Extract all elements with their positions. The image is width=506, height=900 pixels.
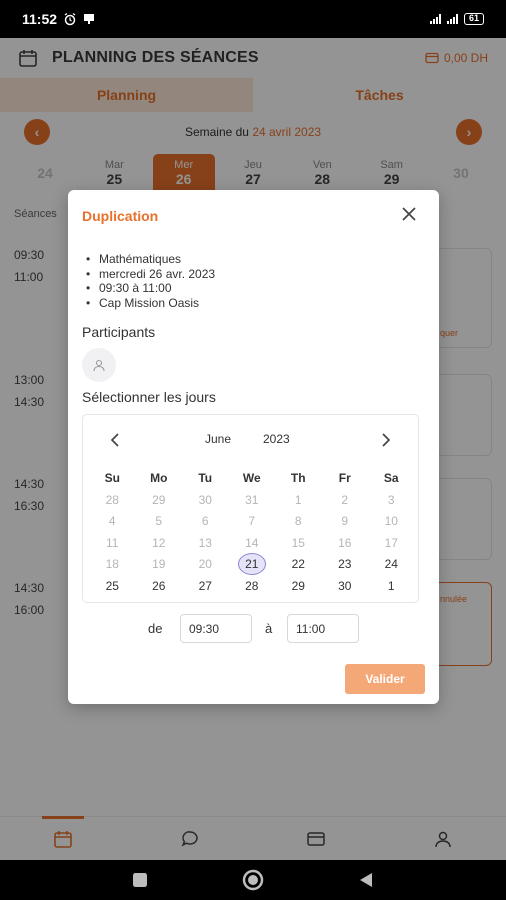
calendar-day[interactable]: 23 [322,554,369,576]
close-icon [402,207,416,221]
calendar-day[interactable]: 1 [275,489,322,511]
weekday-label: Tu [198,471,213,485]
detail-date: mercredi 26 avr. 2023 [86,267,215,282]
user-icon [93,359,105,372]
calendar-day[interactable]: 10 [368,511,415,533]
calendar-day[interactable]: 13 [182,532,229,554]
end-time-input[interactable] [287,614,359,643]
calendar-day-selected[interactable]: 21 [229,553,276,576]
recents-icon[interactable] [131,871,149,889]
calendar-day[interactable]: 2 [322,489,369,511]
chevron-right-icon [382,433,391,447]
notification-icon [84,14,95,24]
previous-month-button[interactable] [105,429,125,451]
back-icon[interactable] [357,871,375,889]
calendar-week: 25 26 27 28 29 30 1 [89,575,415,597]
from-label: de [148,621,163,636]
weekday-header: Su Mo Tu We Th Fr Sa [89,467,415,489]
calendar-day[interactable]: 29 [275,575,322,597]
calendar-month[interactable]: June [205,432,231,446]
calendar-day[interactable]: 19 [136,554,183,576]
calendar-day[interactable]: 24 [368,554,415,576]
calendar-day[interactable]: 30 [322,575,369,597]
calendar-day[interactable]: 8 [275,511,322,533]
calendar-day[interactable]: 16 [322,532,369,554]
calendar-day[interactable]: 12 [136,532,183,554]
battery-level: 61 [468,13,479,23]
calendar-week: 4 5 6 7 8 9 10 [89,511,415,533]
detail-location: Cap Mission Oasis [86,296,215,311]
weekday-label: Mo [150,471,168,485]
calendar-week: 28 29 30 31 1 2 3 [89,489,415,511]
weekday-label: Th [290,471,306,485]
weekday-label: Sa [383,471,399,485]
start-time-input[interactable] [180,614,252,643]
duplication-dialog: Duplication Mathématiques mercredi 26 av… [68,190,439,704]
to-label: à [265,621,273,636]
time-range: de à [68,614,439,644]
calendar-day[interactable]: 7 [229,511,276,533]
chevron-left-icon [110,433,119,447]
participants-label: Participants [82,324,156,340]
calendar-day[interactable]: 14 [229,532,276,554]
calendar-year[interactable]: 2023 [263,432,290,446]
weekday-label: Fr [338,471,351,485]
select-days-label: Sélectionner les jours [82,389,216,405]
calendar-day[interactable]: 27 [182,575,229,597]
alarm-icon [64,12,76,26]
calendar-day[interactable]: 28 [89,489,136,511]
detail-subject: Mathématiques [86,252,215,267]
calendar-grid: Su Mo Tu We Th Fr Sa 28 29 30 31 1 2 3 4… [89,467,415,597]
calendar-day[interactable]: 3 [368,489,415,511]
calendar-day[interactable]: 30 [182,489,229,511]
calendar-day[interactable]: 20 [182,554,229,576]
status-time: 11:52 [22,11,58,27]
signal-icon [429,14,441,24]
calendar-header: June 2023 [83,429,418,451]
dialog-title: Duplication [82,208,159,224]
next-month-button[interactable] [376,429,396,451]
weekday-label: We [242,471,261,485]
calendar-day[interactable]: 9 [322,511,369,533]
calendar-day[interactable]: 25 [89,575,136,597]
home-icon[interactable] [241,868,265,892]
calendar-day[interactable]: 1 [368,575,415,597]
calendar-day[interactable]: 17 [368,532,415,554]
calendar-week: 11 12 13 14 15 16 17 [89,532,415,554]
calendar-day[interactable]: 5 [136,511,183,533]
valider-button[interactable]: Valider [345,664,425,694]
calendar-day[interactable]: 26 [136,575,183,597]
calendar-day[interactable]: 28 [229,575,276,597]
calendar-day[interactable]: 6 [182,511,229,533]
battery-icon: 61 [463,13,484,25]
close-button[interactable] [399,204,419,224]
system-navigation-bar [0,860,506,900]
calendar-day[interactable]: 18 [89,554,136,576]
calendar-day[interactable]: 29 [136,489,183,511]
date-picker: June 2023 Su Mo Tu We Th Fr Sa 28 29 30 … [82,414,419,603]
calendar-week: 18 19 20 21 22 23 24 [89,553,415,576]
calendar-day[interactable]: 15 [275,532,322,554]
signal-icon-2 [446,14,458,24]
weekday-label: Su [104,471,120,485]
selected-day-number: 21 [237,553,266,576]
calendar-day[interactable]: 22 [275,554,322,576]
session-details: Mathématiques mercredi 26 avr. 2023 09:3… [86,252,215,310]
calendar-day[interactable]: 31 [229,489,276,511]
detail-time: 09:30 à 11:00 [86,281,215,296]
status-bar: 11:52 61 [0,0,506,38]
participant-avatar[interactable] [82,348,116,382]
calendar-day[interactable]: 4 [89,511,136,533]
calendar-day[interactable]: 11 [89,532,136,554]
